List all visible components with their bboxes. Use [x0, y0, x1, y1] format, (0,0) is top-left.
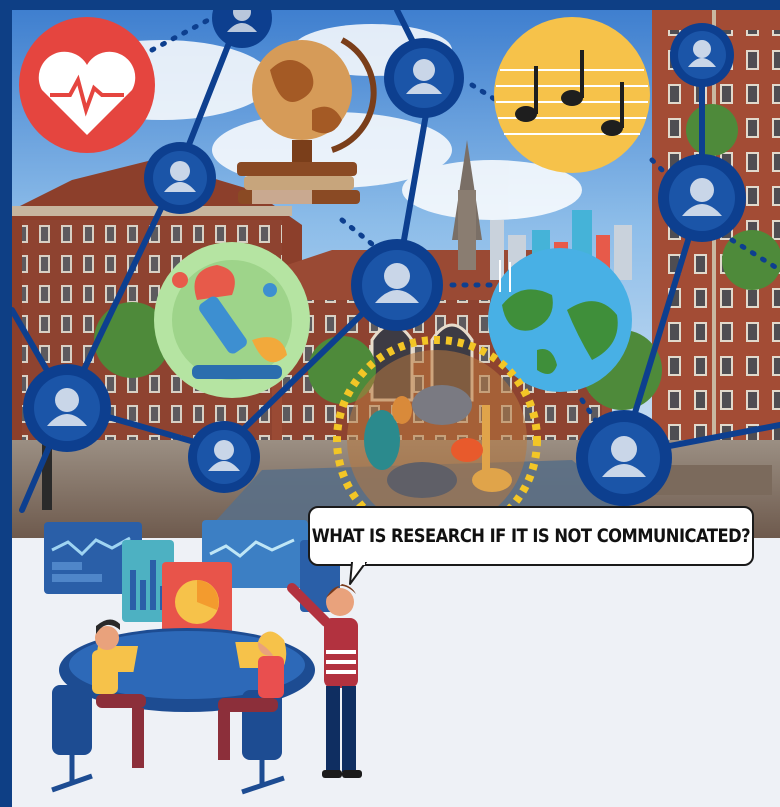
- person-node-icon: [670, 23, 734, 87]
- poster-panel: [12, 10, 780, 807]
- campus-network-scene: [12, 10, 780, 538]
- poster-caption: WHAT IS RESEARCH IF IT IS NOT COMMUNICAT…: [311, 525, 751, 547]
- person-node-icon: [23, 364, 111, 452]
- heart-rate-icon: [19, 17, 155, 153]
- poster-frame: [0, 0, 780, 807]
- person-node-icon: [576, 410, 672, 506]
- microscope-icon: [154, 242, 310, 398]
- music-notes-icon: [494, 17, 650, 173]
- person-node-icon: [384, 38, 464, 118]
- person-node-icon: [658, 154, 746, 242]
- speech-bubble-tail: [349, 562, 367, 585]
- person-node-icon: [351, 239, 443, 331]
- speech-bubble: WHAT IS RESEARCH IF IT IS NOT COMMUNICAT…: [308, 506, 754, 566]
- person-node-icon: [188, 421, 260, 493]
- person-node-icon: [144, 142, 216, 214]
